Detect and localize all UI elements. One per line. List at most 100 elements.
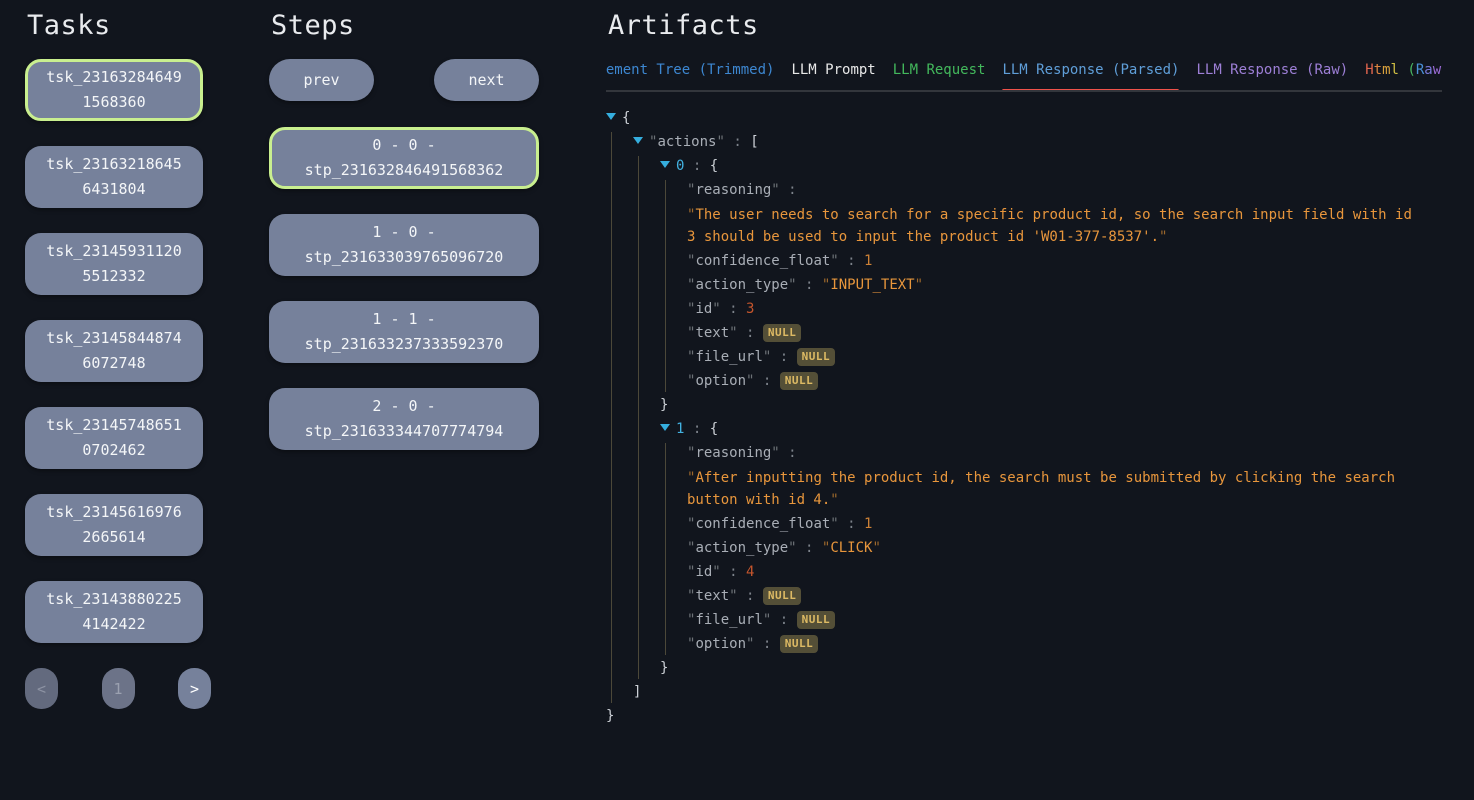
tab-element-tree-trimmed[interactable]: Element Tree (Trimmed) xyxy=(606,62,774,78)
json-leaf-row: "file_url" : NULL xyxy=(687,347,1442,368)
collapse-triangle-icon[interactable] xyxy=(660,424,670,431)
step-button[interactable]: 0 - 0 - stp_231632846491568362 xyxy=(269,127,539,189)
tasks-panel: Tasks tsk_231632846491568360 tsk_23163218… xyxy=(25,10,211,709)
json-key: id xyxy=(695,564,712,580)
task-button[interactable]: tsk_231632186456431804 xyxy=(25,146,203,208)
json-node: "action_type" : "CLICK" xyxy=(687,538,1442,559)
json-key: action_type xyxy=(695,277,788,293)
json-close-bracket: } xyxy=(660,660,668,676)
collapse-triangle-icon[interactable] xyxy=(633,137,643,144)
steps-next-button[interactable]: next xyxy=(434,59,539,101)
json-string-block: "After inputting the product id, the sea… xyxy=(687,467,1417,511)
collapse-triangle-icon[interactable] xyxy=(606,113,616,120)
steps-panel: Steps prev next 0 - 0 - stp_231632846491… xyxy=(269,10,539,475)
json-open-bracket: { xyxy=(710,158,718,174)
json-node: "file_url" : NULL xyxy=(687,347,1442,368)
json-int-value: 3 xyxy=(746,301,754,317)
json-close-row: } xyxy=(660,395,1442,416)
task-button[interactable]: tsk_231438802254142422 xyxy=(25,581,203,643)
json-leaf-row: "action_type" : "CLICK" xyxy=(687,538,1442,559)
pagination: < 1 > xyxy=(25,668,211,709)
task-button[interactable]: tsk_231456169762665614 xyxy=(25,494,203,556)
json-expandable-row: { xyxy=(606,108,1442,129)
json-key: text xyxy=(695,325,729,341)
tab-html-raw[interactable]: Html (Raw) xyxy=(1365,62,1442,78)
json-string-value: CLICK xyxy=(830,540,872,556)
json-close-bracket: ] xyxy=(633,684,641,700)
task-button[interactable]: tsk_231632846491568360 xyxy=(25,59,203,121)
json-key: reasoning xyxy=(695,445,771,461)
pagination-page-button[interactable]: 1 xyxy=(102,668,135,709)
json-key: file_url xyxy=(695,612,762,628)
json-expandable-row: 1 : { xyxy=(660,419,1442,440)
json-leaf-row: "confidence_float" : 1 xyxy=(687,514,1442,535)
json-node: "confidence_float" : 1 xyxy=(687,514,1442,535)
tab-llm-response-parsed[interactable]: LLM Response (Parsed) xyxy=(1002,62,1179,78)
json-node: "actions" : [ 0 : { "reasoning" : "The use… xyxy=(633,132,1442,703)
null-badge: NULL xyxy=(797,611,836,629)
json-node: "reasoning" : "After inputting the produ… xyxy=(687,443,1442,511)
json-key: id xyxy=(695,301,712,317)
json-children: "actions" : [ 0 : { "reasoning" : "The use… xyxy=(611,132,1442,703)
task-button[interactable]: tsk_231457486510702462 xyxy=(25,407,203,469)
task-button[interactable]: tsk_231458448746072748 xyxy=(25,320,203,382)
json-leaf-row: "reasoning" : xyxy=(687,443,1442,464)
null-badge: NULL xyxy=(763,324,802,342)
json-float-value: 1 xyxy=(864,516,872,532)
json-leaf-row: "text" : NULL xyxy=(687,586,1442,607)
json-key: confidence_float xyxy=(695,253,830,269)
step-button[interactable]: 1 - 1 - stp_231633237333592370 xyxy=(269,301,539,363)
json-node: "action_type" : "INPUT_TEXT" xyxy=(687,275,1442,296)
json-node: "id" : 4 xyxy=(687,562,1442,583)
tab-llm-prompt[interactable]: LLM Prompt xyxy=(791,62,875,78)
json-node: { "actions" : [ 0 : { "reasoning" : "The us… xyxy=(606,108,1442,727)
tab-llm-response-raw[interactable]: LLM Response (Raw) xyxy=(1196,62,1348,78)
step-button[interactable]: 2 - 0 - stp_231633344707774794 xyxy=(269,388,539,450)
json-node: "reasoning" : "The user needs to search … xyxy=(687,180,1442,248)
json-string-value: After inputting the product id, the sear… xyxy=(687,470,1395,508)
json-close-row: ] xyxy=(633,682,1442,703)
json-string-value: INPUT_TEXT xyxy=(830,277,914,293)
steps-prev-button[interactable]: prev xyxy=(269,59,374,101)
json-leaf-row: "id" : 4 xyxy=(687,562,1442,583)
json-open-bracket: [ xyxy=(750,134,758,150)
tasks-title: Tasks xyxy=(27,10,211,41)
json-leaf-row: "option" : NULL xyxy=(687,371,1442,392)
null-badge: NULL xyxy=(763,587,802,605)
json-expandable-row: 0 : { xyxy=(660,156,1442,177)
json-node: "text" : NULL xyxy=(687,586,1442,607)
json-string-value: The user needs to search for a specific … xyxy=(687,207,1412,245)
json-tree-viewer: { "actions" : [ 0 : { "reasoning" : "The us… xyxy=(606,108,1442,727)
json-float-value: 1 xyxy=(864,253,872,269)
steps-title: Steps xyxy=(271,10,539,41)
step-list: 0 - 0 - stp_231632846491568362 1 - 0 - st… xyxy=(269,127,539,450)
json-node: "confidence_float" : 1 xyxy=(687,251,1442,272)
tab-llm-request[interactable]: LLM Request xyxy=(893,62,986,78)
json-key: action_type xyxy=(695,540,788,556)
pagination-prev-button[interactable]: < xyxy=(25,668,58,709)
task-button[interactable]: tsk_231459311205512332 xyxy=(25,233,203,295)
artifacts-tab-bar: Element Tree (Trimmed) LLM Prompt LLM Requ… xyxy=(606,62,1442,92)
json-close-row: } xyxy=(606,706,1442,727)
null-badge: NULL xyxy=(780,372,819,390)
json-children: 0 : { "reasoning" : "The user needs to se… xyxy=(638,156,1442,679)
json-key: text xyxy=(695,588,729,604)
pagination-next-button[interactable]: > xyxy=(178,668,211,709)
null-badge: NULL xyxy=(797,348,836,366)
task-list: tsk_231632846491568360 tsk_23163218645643… xyxy=(25,59,211,643)
json-open-bracket: { xyxy=(710,421,718,437)
json-node: 0 : { "reasoning" : "The user needs to se… xyxy=(660,156,1442,416)
json-close-bracket: } xyxy=(660,397,668,413)
json-node: "option" : NULL xyxy=(687,634,1442,655)
json-node: "text" : NULL xyxy=(687,323,1442,344)
json-key: file_url xyxy=(695,349,762,365)
json-expandable-row: "actions" : [ xyxy=(633,132,1442,153)
step-button[interactable]: 1 - 0 - stp_231633039765096720 xyxy=(269,214,539,276)
collapse-triangle-icon[interactable] xyxy=(660,161,670,168)
json-leaf-row: "action_type" : "INPUT_TEXT" xyxy=(687,275,1442,296)
json-node: 1 : { "reasoning" : "After inputting the … xyxy=(660,419,1442,679)
json-key: option xyxy=(695,636,746,652)
json-children: "reasoning" : "The user needs to search … xyxy=(665,180,1442,392)
json-leaf-row: "option" : NULL xyxy=(687,634,1442,655)
json-close-bracket: } xyxy=(606,708,614,724)
